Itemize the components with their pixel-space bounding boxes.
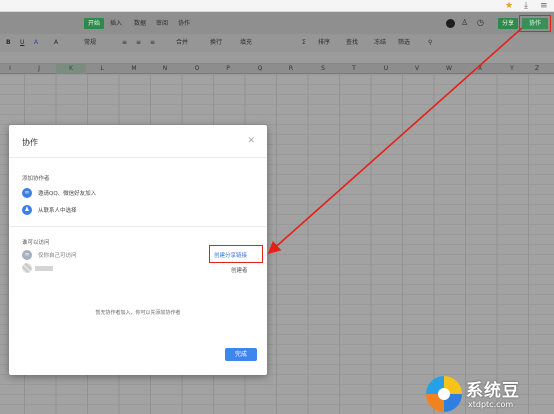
font-color-button[interactable]: A [34, 37, 38, 49]
link-icon: ∞ [22, 250, 32, 260]
menu-icon[interactable]: ≡ [540, 1, 548, 11]
filter-button[interactable]: 筛选 [398, 37, 410, 49]
formula-bar[interactable] [0, 52, 554, 64]
link-icon: ∞ [22, 188, 32, 198]
collab-highlight-box [519, 15, 551, 32]
member-name-blurred [35, 266, 53, 271]
column-header[interactable]: P [213, 64, 243, 74]
freeze-button[interactable]: 冻结 [374, 37, 386, 49]
only-me-option: ∞ 仅你自己可访问 [22, 249, 77, 261]
add-collaborators-label: 添加协作者 [22, 176, 50, 182]
user-avatar[interactable] [446, 19, 455, 28]
watermark-title: 系统豆 [466, 381, 520, 401]
star-icon[interactable]: ★ [505, 1, 513, 11]
tab-start[interactable]: 开始 [84, 18, 105, 29]
divider [9, 157, 267, 158]
invite-qq-wechat-label: 邀请QQ、微信好友加入 [38, 191, 97, 197]
contacts-icon: ♟ [22, 205, 32, 215]
lock-icon[interactable]: ⚲ [428, 37, 432, 49]
watermark: 系统豆 xtdptc.com [426, 372, 554, 414]
column-header[interactable]: V [402, 64, 432, 74]
column-header[interactable]: N [150, 64, 180, 74]
download-icon[interactable]: ⤓ [524, 1, 528, 11]
format-painter-button[interactable]: 常规 [84, 37, 96, 49]
sort-button[interactable]: 排序 [318, 37, 330, 49]
avatar [22, 263, 32, 273]
person-icon[interactable]: ♙ [461, 18, 468, 28]
invite-qq-wechat-option[interactable]: ∞ 邀请QQ、微信好友加入 [22, 187, 96, 199]
menu-row: 开始 插入 数据 审阅 协作 ♙ ◷ 分享 协作 [0, 12, 554, 34]
column-header[interactable]: L [87, 64, 117, 74]
column-header[interactable]: O [182, 64, 212, 74]
empty-collaborators-hint: 暂无协作者加入，你可以先添加协作者 [95, 310, 181, 316]
merge-button[interactable]: 合并 [176, 37, 188, 49]
align-right-icon[interactable]: ≡ [150, 37, 155, 49]
history-icon[interactable]: ◷ [477, 18, 484, 28]
underline-button[interactable]: U [20, 37, 24, 49]
column-header[interactable]: X [465, 64, 495, 74]
dialog-title: 协作 [22, 138, 38, 147]
column-header[interactable]: R [276, 64, 306, 74]
format-toolbar: B U A A 常规 ≡ ≡ ≡ 合并 换行 填充 Σ 排序 查找 冻结 筛选 … [0, 34, 554, 52]
done-button[interactable]: 完成 [225, 348, 257, 361]
sum-icon[interactable]: Σ [302, 37, 306, 49]
collab-dialog: 协作 ✕ 添加协作者 ∞ 邀请QQ、微信好友加入 ♟ 从联系人中选择 谁可以访问… [9, 125, 267, 375]
fill-color-button[interactable]: A [54, 37, 58, 49]
column-header[interactable]: J [24, 64, 54, 74]
tab-collab[interactable]: 协作 [178, 18, 190, 29]
column-header[interactable]: U [371, 64, 401, 74]
column-header[interactable]: Z [522, 64, 552, 74]
create-link-highlight-box [209, 245, 263, 263]
tab-insert[interactable]: 插入 [110, 18, 122, 29]
share-button[interactable]: 分享 [498, 18, 518, 29]
creator-label: 创建者 [231, 268, 248, 274]
column-header[interactable]: W [434, 64, 464, 74]
access-section-label: 谁可以访问 [22, 240, 50, 246]
align-center-icon[interactable]: ≡ [136, 37, 141, 49]
column-header-row: I J K L M N O P Q R S T U V W X Y Z [0, 64, 554, 74]
column-header[interactable]: T [339, 64, 369, 74]
column-header[interactable]: M [119, 64, 149, 74]
fill-button[interactable]: 填充 [240, 37, 252, 49]
column-header[interactable]: S [308, 64, 338, 74]
bold-button[interactable]: B [6, 37, 11, 49]
align-left-icon[interactable]: ≡ [122, 37, 127, 49]
browser-bar: ★ ⤓ ≡ [0, 0, 554, 12]
wrap-button[interactable]: 换行 [210, 37, 222, 49]
from-contacts-label: 从联系人中选择 [38, 208, 77, 214]
column-header-selected[interactable]: K [56, 64, 86, 74]
tab-data[interactable]: 数据 [134, 18, 146, 29]
column-header[interactable]: I [0, 64, 25, 74]
tab-review[interactable]: 审阅 [156, 18, 168, 29]
watermark-url: xtdptc.com [468, 400, 514, 409]
watermark-logo [426, 376, 462, 412]
divider [9, 226, 267, 227]
column-header[interactable]: Q [245, 64, 275, 74]
close-icon[interactable]: ✕ [247, 136, 255, 146]
from-contacts-option[interactable]: ♟ 从联系人中选择 [22, 204, 77, 216]
only-me-label: 仅你自己可访问 [38, 253, 77, 259]
find-button[interactable]: 查找 [346, 37, 358, 49]
